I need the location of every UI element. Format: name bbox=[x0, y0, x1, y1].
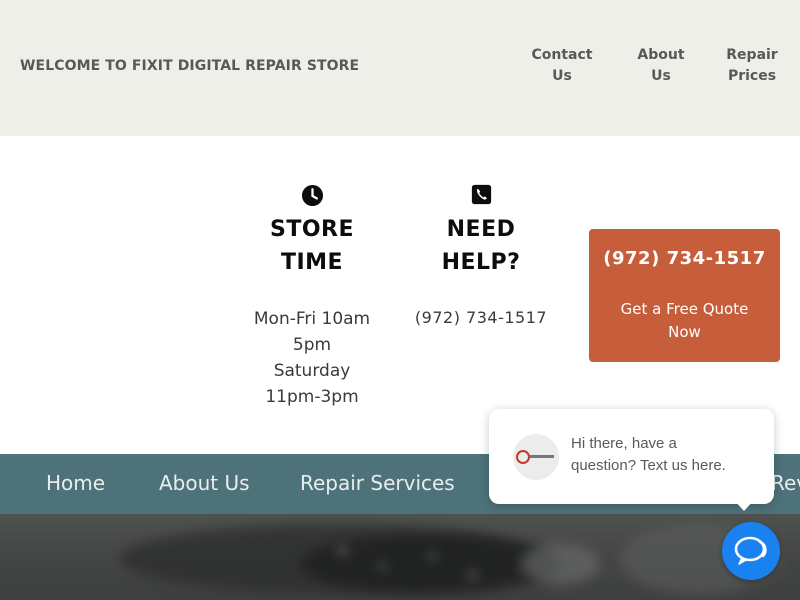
chat-launcher-button[interactable] bbox=[722, 522, 780, 580]
chat-bubble-tail bbox=[733, 499, 755, 511]
nav-repair-prices[interactable]: Repair Prices bbox=[716, 45, 788, 87]
nav-contact-us[interactable]: Contact Us bbox=[522, 45, 602, 87]
store-hours-text: Mon-Fri 10am 5pm Saturday 11pm-3pm bbox=[253, 309, 371, 407]
top-header: WELCOME TO FIXIT DIGITAL REPAIR STORE Co… bbox=[0, 0, 800, 136]
store-time-block: STORE TIME bbox=[232, 184, 392, 279]
need-help-heading: NEED HELP? bbox=[441, 217, 521, 275]
hero-image bbox=[0, 514, 800, 600]
clock-icon bbox=[301, 184, 323, 207]
welcome-banner: WELCOME TO FIXIT DIGITAL REPAIR STORE bbox=[20, 58, 360, 74]
mainnav-about-us[interactable]: About Us bbox=[159, 471, 250, 495]
store-time-heading: STORE TIME bbox=[269, 217, 355, 275]
business-logo-avatar bbox=[513, 434, 559, 480]
help-phone-number[interactable]: (972) 734-1517 bbox=[405, 306, 557, 330]
quote-label: Get a Free Quote Now bbox=[620, 300, 749, 341]
chat-icon bbox=[734, 536, 767, 565]
mainnav-repair-services[interactable]: Repair Services bbox=[300, 471, 455, 495]
mainnav-reviews[interactable]: Rev bbox=[771, 471, 800, 495]
chat-popup[interactable]: Hi there, have a question? Text us here. bbox=[489, 409, 774, 504]
nav-about-us[interactable]: About Us bbox=[625, 45, 697, 87]
logo-icon bbox=[516, 450, 554, 464]
need-help-block: NEED HELP? bbox=[405, 184, 557, 279]
mainnav-home[interactable]: Home bbox=[46, 471, 105, 495]
phone-icon bbox=[471, 184, 491, 205]
chat-message: Hi there, have a question? Text us here. bbox=[571, 435, 726, 474]
quote-phone-number[interactable]: (972) 734-1517 bbox=[589, 248, 780, 269]
free-quote-button[interactable]: (972) 734-1517 Get a Free Quote Now bbox=[589, 229, 780, 362]
